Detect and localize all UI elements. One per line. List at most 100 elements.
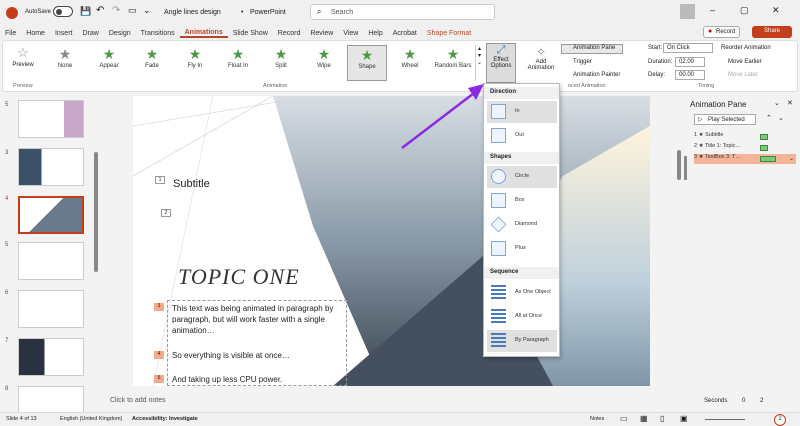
pane-up-icon[interactable]: ⌃ (766, 114, 772, 122)
pane-scrollbar[interactable] (684, 156, 687, 180)
restore-icon[interactable]: ▢ (740, 5, 749, 16)
slide-thumbnail[interactable] (18, 148, 84, 186)
slide-title[interactable]: TOPIC ONE (178, 264, 300, 290)
effect-float-in[interactable]: ★ Float In (218, 45, 258, 81)
start-label: Start: (648, 45, 663, 51)
editor-scrollbar[interactable] (677, 150, 681, 180)
tab-draw[interactable]: Draw (77, 30, 103, 37)
effect-split[interactable]: ★ Split (261, 45, 301, 81)
slide-thumbnail[interactable] (18, 100, 84, 138)
paragraph-2: So everything is visible at once… (172, 351, 290, 360)
option-by-paragraph[interactable]: By Paragraph (487, 330, 557, 352)
tab-slide-show[interactable]: Slide Show (228, 30, 273, 37)
reading-view-icon[interactable]: ▯ (660, 414, 664, 423)
option-diamond[interactable]: Diamond (487, 214, 557, 236)
user-avatar[interactable] (680, 4, 695, 19)
option-all-at-once[interactable]: All at Once (487, 306, 557, 328)
tab-view[interactable]: View (338, 30, 363, 37)
record-button[interactable]: ● Record (703, 26, 740, 38)
plus-shape-icon (491, 241, 506, 256)
customize-icon[interactable]: ⌄ (143, 5, 151, 16)
tab-design[interactable]: Design (104, 30, 136, 37)
group-animation-label: Animation (263, 83, 288, 89)
close-icon[interactable]: ✕ (772, 5, 780, 16)
delay-input[interactable]: 00.00 (675, 70, 705, 80)
tab-review[interactable]: Review (305, 30, 338, 37)
effect-wipe[interactable]: ★ Wipe (304, 45, 344, 81)
minimize-icon[interactable]: – (710, 5, 715, 15)
zoom-start: 0 (742, 398, 746, 404)
animation-list-item[interactable]: 1 ★ Subtitle (694, 132, 796, 142)
duration-input[interactable]: 02.00 (675, 57, 705, 67)
autosave-toggle[interactable] (53, 6, 73, 17)
redo-icon[interactable]: ↷ (112, 5, 120, 16)
effect-appear[interactable]: ★ Appear (89, 45, 129, 81)
text-box[interactable]: 3 This text was being animated in paragr… (154, 300, 347, 386)
diamond-shape-icon (490, 216, 507, 233)
sorter-view-icon[interactable]: ▦ (640, 414, 648, 423)
tab-insert[interactable]: Insert (50, 30, 78, 37)
help-badge[interactable]: 2 (774, 414, 786, 426)
slide-thumbnail[interactable] (18, 290, 84, 328)
pane-dropdown-icon[interactable]: ⌄ (774, 99, 780, 107)
normal-view-icon[interactable]: ▭ (620, 414, 628, 423)
tab-help[interactable]: Help (363, 30, 387, 37)
effect-shape[interactable]: ★ Shape (347, 45, 387, 81)
save-icon[interactable]: 💾 (80, 6, 91, 17)
slide-thumbnail[interactable] (18, 242, 84, 280)
option-plus[interactable]: Plus (487, 238, 557, 260)
pane-close-icon[interactable]: ✕ (787, 99, 793, 107)
effect-fly-in[interactable]: ★ Fly In (175, 45, 215, 81)
option-as-one-object[interactable]: As One Object (487, 282, 557, 304)
add-animation-button[interactable]: ✧ Add Animation (523, 45, 559, 81)
tab-file[interactable]: File (0, 30, 21, 37)
effect-fade[interactable]: ★ Fade (132, 45, 172, 81)
slideshow-view-icon[interactable]: ▣ (680, 414, 688, 423)
animation-list-item[interactable]: 2 ★ Title 1: Topic… (694, 143, 796, 153)
pane-down-icon[interactable]: ⌄ (778, 114, 784, 122)
play-selected-button[interactable]: ▷ Play Selected (694, 114, 756, 125)
move-later-button[interactable]: Move Later (728, 72, 758, 78)
slide-subtitle[interactable]: Subtitle (173, 178, 210, 190)
tab-shape-format[interactable]: Shape Format (422, 30, 476, 37)
tab-record[interactable]: Record (273, 30, 306, 37)
start-select[interactable]: On Click (663, 43, 713, 53)
slide-thumbnail[interactable] (18, 338, 84, 376)
tab-home[interactable]: Home (21, 30, 50, 37)
notes-button[interactable]: Notes (590, 416, 604, 422)
placeholder-number: 2 (161, 209, 171, 217)
trigger-button[interactable]: Trigger (573, 59, 592, 65)
tab-acrobat[interactable]: Acrobat (388, 30, 422, 37)
one-object-icon (491, 285, 506, 300)
seconds-label[interactable]: Seconds (704, 398, 727, 404)
option-box[interactable]: Box (487, 190, 557, 212)
tab-transitions[interactable]: Transitions (136, 30, 180, 37)
document-title: Angle lines design (164, 9, 221, 16)
present-icon[interactable]: ▭ (128, 5, 137, 16)
move-earlier-button[interactable]: Move Earlier (728, 59, 762, 65)
animation-pane: Animation Pane ⌄ ✕ ▷ Play Selected ⌃ ⌄ 1 … (684, 96, 800, 412)
animation-list-item-selected[interactable]: 3 ★ TextBox 3: T… ⌄ (694, 154, 796, 164)
share-button[interactable]: Share (752, 26, 792, 38)
accessibility-checker[interactable]: Accessibility: Investigate (132, 416, 198, 422)
thumbnail-scrollbar[interactable] (94, 152, 98, 272)
title-separator: • (241, 9, 244, 16)
animation-painter-button[interactable]: Animation Painter (573, 72, 620, 78)
language-indicator[interactable]: English (United Kingdom) (60, 416, 122, 422)
preview-button[interactable]: ☆ Preview (7, 45, 39, 81)
animation-tag: 3 (154, 303, 164, 311)
slide-canvas[interactable]: 1 Subtitle 2 TOPIC ONE 3 This text was b… (133, 96, 650, 386)
option-circle[interactable]: Circle (487, 166, 557, 188)
zoom-slider[interactable] (705, 419, 745, 420)
search-placeholder: Search (331, 9, 354, 16)
animation-pane-button[interactable]: Animation Pane (561, 44, 623, 54)
effect-none[interactable]: ★ None (45, 45, 85, 81)
paragraph-1: This text was being animated in paragrap… (172, 304, 334, 335)
tab-animations[interactable]: Animations (179, 29, 228, 38)
search-box[interactable]: ⌕ Search (310, 4, 495, 20)
notes-placeholder[interactable]: Click to add notes (110, 397, 166, 404)
undo-icon[interactable]: ↶ (96, 5, 104, 16)
slide-thumbnail-selected[interactable] (18, 196, 84, 234)
placeholder-number: 1 (155, 176, 165, 184)
by-paragraph-icon (491, 333, 506, 348)
